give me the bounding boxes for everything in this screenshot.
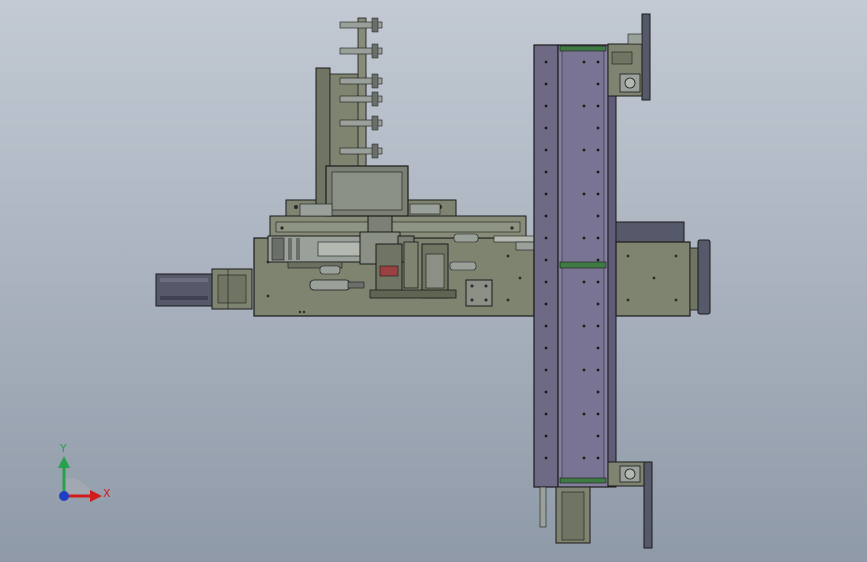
rail-bolt-hole	[582, 60, 586, 64]
rail-bolt-hole	[544, 236, 548, 240]
rail-bolt-hole	[544, 324, 548, 328]
rail-bolt-hole	[544, 456, 548, 460]
rail-bolt-hole	[596, 456, 600, 460]
rail-bolt-hole	[596, 60, 600, 64]
rail-bolt-hole	[544, 280, 548, 284]
rail-bolt-hole	[596, 280, 600, 284]
rail-bolt-hole	[582, 236, 586, 240]
triad-x-label: X	[103, 487, 111, 500]
rail-bolt-hole	[582, 192, 586, 196]
rail-bolt-hole	[582, 324, 586, 328]
rail-bolt-hole	[596, 236, 600, 240]
rail-bolt-hole	[544, 214, 548, 218]
rail-bolt-hole	[596, 214, 600, 218]
left-motor[interactable]	[155, 268, 253, 310]
rail-bolt-hole	[596, 148, 600, 152]
rail-bolt-hole	[544, 192, 548, 196]
purple-linear-rail[interactable]	[533, 44, 617, 488]
triad-y-label: Y	[60, 442, 67, 455]
rail-bolt-hole	[596, 170, 600, 174]
rail-bolt-hole	[544, 126, 548, 130]
rail-bolt-hole	[544, 148, 548, 152]
rail-bolt-hole	[544, 302, 548, 306]
rail-bolt-hole	[544, 390, 548, 394]
rail-bolt-hole	[596, 302, 600, 306]
rail-bolt-hole	[596, 324, 600, 328]
rail-bolt-hole	[544, 412, 548, 416]
rail-bolt-hole	[582, 412, 586, 416]
rail-bolt-hole	[596, 434, 600, 438]
rail-bolt-hole	[596, 346, 600, 350]
rail-bolt-hole	[544, 368, 548, 372]
rail-bolt-hole	[596, 192, 600, 196]
rail-bolt-hole	[596, 390, 600, 394]
rail-bolt-hole	[544, 60, 548, 64]
rail-bolt-hole	[596, 368, 600, 372]
rail-bolt-hole	[544, 434, 548, 438]
rail-bolt-hole	[544, 104, 548, 108]
rail-bolt-hole	[596, 104, 600, 108]
cad-model-canvas[interactable]	[0, 0, 867, 562]
guide-blocks[interactable]	[369, 241, 457, 299]
rail-bolt-hole	[582, 456, 586, 460]
rail-bolt-hole	[582, 280, 586, 284]
rail-bolt-hole	[596, 126, 600, 130]
rail-bolt-hole	[544, 170, 548, 174]
rail-bolt-hole	[582, 148, 586, 152]
rail-bolt-hole	[582, 104, 586, 108]
rail-bolt-hole	[544, 82, 548, 86]
rail-bolt-hole	[582, 368, 586, 372]
rail-bolt-hole	[596, 82, 600, 86]
rail-bolt-hole	[596, 258, 600, 262]
rail-bolt-hole	[596, 412, 600, 416]
cad-viewport[interactable]: Y X	[0, 0, 867, 562]
rail-bolt-hole	[544, 258, 548, 262]
rail-bolt-hole	[544, 346, 548, 350]
